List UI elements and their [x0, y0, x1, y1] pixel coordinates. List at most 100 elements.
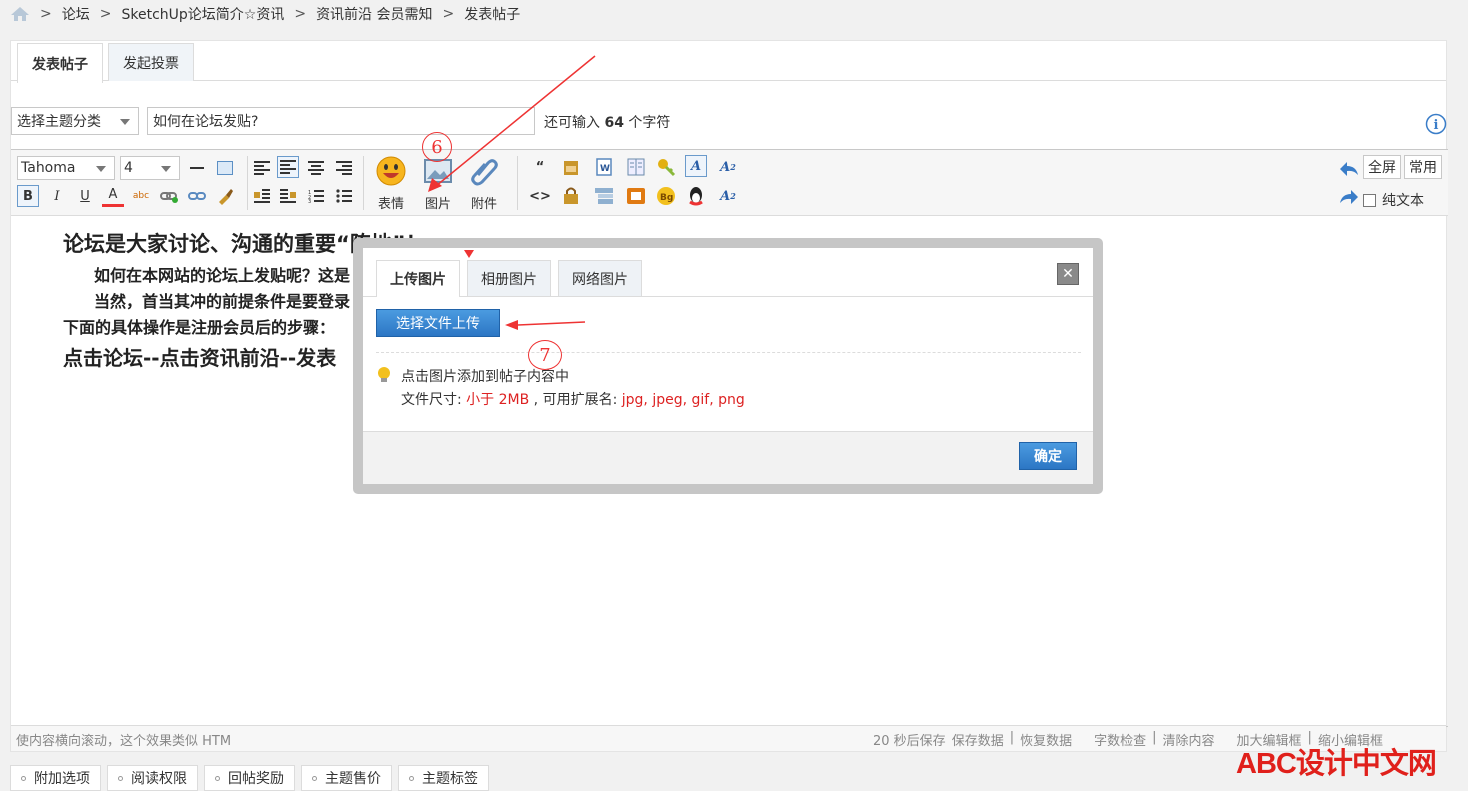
quote-icon[interactable]: “: [529, 156, 551, 178]
align-right-icon[interactable]: [333, 157, 355, 179]
image-button[interactable]: 图片: [418, 155, 458, 212]
smiley-icon: [376, 156, 406, 186]
image-label: 图片: [424, 197, 451, 212]
columns-icon[interactable]: [625, 156, 647, 178]
breadcrumb-item-board[interactable]: 资讯前沿 会员需知: [316, 4, 432, 24]
align-center-icon[interactable]: [305, 157, 327, 179]
category-select[interactable]: 选择主题分类: [11, 107, 139, 135]
bullet-icon: [21, 775, 26, 781]
float-right-icon[interactable]: [277, 185, 299, 207]
index-icon[interactable]: [593, 185, 615, 207]
svg-text:Bg: Bg: [660, 193, 673, 203]
fullscreen-button[interactable]: 全屏: [1363, 155, 1401, 179]
svg-text:W: W: [600, 164, 610, 174]
free-content-icon[interactable]: [560, 156, 582, 178]
horizontal-rule-icon[interactable]: [186, 157, 208, 179]
breadcrumb-separator: >: [442, 6, 455, 22]
breadcrumb-item-forum[interactable]: 论坛: [62, 4, 90, 24]
info-icon[interactable]: i: [1425, 113, 1447, 135]
home-icon[interactable]: [10, 6, 30, 22]
unordered-list-icon[interactable]: [333, 185, 355, 207]
ext-label: , 可用扩展名:: [533, 392, 618, 408]
clear-content-link[interactable]: 清除内容: [1163, 730, 1215, 749]
status-hint: 使内容横向滚动，这个效果类似 HTM: [16, 734, 232, 749]
tab-reply-reward[interactable]: 回帖奖励: [204, 765, 295, 791]
breadcrumb-separator: >: [40, 6, 52, 22]
subject-input-value: 如何在论坛发贴?: [153, 114, 259, 130]
char-counter-prefix: 还可输入: [544, 115, 600, 131]
background-icon[interactable]: Bg: [655, 185, 677, 207]
content-line: 当然，首当其冲的前提条件是要登录: [94, 292, 351, 311]
superscript-icon[interactable]: A2: [717, 156, 739, 178]
align-left-icon[interactable]: [251, 157, 273, 179]
font-family-select[interactable]: Tahoma: [17, 156, 115, 180]
breadcrumb-item-current: 发表帖子: [464, 7, 521, 23]
tab-thread-price[interactable]: 主题售价: [301, 765, 392, 791]
font-family-value: Tahoma: [21, 160, 76, 176]
tab-read-permission[interactable]: 阅读权限: [107, 765, 198, 791]
lightbulb-icon: [378, 367, 390, 382]
chevron-down-icon: [120, 119, 130, 125]
undo-icon[interactable]: [1339, 160, 1359, 178]
password-key-icon[interactable]: [655, 156, 677, 178]
chevron-down-icon: [161, 166, 171, 172]
hidden-content-icon[interactable]: [560, 185, 582, 207]
table-icon[interactable]: [214, 157, 236, 179]
toolbar-divider: [363, 156, 364, 210]
emoji-label: 表情: [377, 197, 404, 212]
choose-file-upload-button[interactable]: 选择文件上传: [376, 309, 500, 337]
unlink-icon[interactable]: [186, 185, 208, 207]
qq-icon[interactable]: [685, 185, 707, 207]
common-button[interactable]: 常用: [1404, 155, 1442, 179]
float-left-icon[interactable]: [251, 185, 273, 207]
close-icon[interactable]: ✕: [1057, 263, 1079, 285]
plaintext-label: 纯文本: [1382, 193, 1424, 209]
link-icon[interactable]: [158, 185, 180, 207]
font-style-icon[interactable]: A: [685, 155, 707, 177]
plaintext-toggle[interactable]: 纯文本: [1363, 190, 1424, 210]
code-icon[interactable]: <>: [529, 185, 551, 207]
tab-thread-tags[interactable]: 主题标签: [398, 765, 489, 791]
word-check-link[interactable]: 字数检查: [1094, 730, 1146, 749]
size-value: 小于 2MB: [466, 392, 530, 408]
word-paste-icon[interactable]: W: [593, 156, 615, 178]
redo-icon[interactable]: [1339, 188, 1359, 206]
highlight-icon[interactable]: abc: [130, 185, 152, 207]
emoji-button[interactable]: 表情: [371, 155, 411, 212]
tab-extra-options[interactable]: 附加选项: [10, 765, 101, 791]
confirm-button[interactable]: 确定: [1019, 442, 1077, 470]
size-label: 文件尺寸:: [401, 392, 462, 408]
ordered-list-icon[interactable]: 123: [305, 185, 327, 207]
attachment-button[interactable]: 附件: [464, 155, 504, 212]
toolbar-divider: [247, 156, 248, 210]
breadcrumb-item-section[interactable]: SketchUp论坛简介☆资讯: [121, 4, 284, 24]
tab-poll[interactable]: 发起投票: [108, 43, 194, 81]
save-data-link[interactable]: 保存数据: [952, 730, 1004, 749]
breadcrumb-separator: >: [294, 6, 307, 22]
autosave-timer: 20 秒后保存: [873, 734, 946, 749]
paperclip-icon: [471, 159, 498, 186]
char-counter: 还可输入 64 个字符: [544, 112, 670, 132]
font-size-select[interactable]: 4: [120, 156, 180, 180]
bullet-icon: [118, 775, 123, 781]
underline-icon[interactable]: U: [74, 185, 96, 207]
clear-format-icon[interactable]: [214, 185, 236, 207]
char-counter-count: 64: [604, 115, 624, 131]
restore-data-link[interactable]: 恢复数据: [1020, 730, 1072, 749]
watermark-text: ABC设计中文网: [1236, 748, 1437, 780]
divider: [376, 352, 1081, 353]
plaintext-checkbox[interactable]: [1363, 193, 1376, 207]
subscript-icon[interactable]: A2: [717, 185, 739, 207]
bold-icon[interactable]: B: [17, 185, 39, 207]
font-color-icon[interactable]: A: [102, 185, 124, 207]
flash-icon[interactable]: [625, 185, 647, 207]
attachment-label: 附件: [470, 197, 497, 212]
tab-post[interactable]: 发表帖子: [17, 43, 103, 83]
subject-input[interactable]: 如何在论坛发贴?: [147, 107, 535, 135]
divider: [363, 296, 1093, 297]
italic-icon[interactable]: I: [46, 185, 68, 207]
tab-upload-image[interactable]: 上传图片: [376, 260, 460, 297]
tab-web-image[interactable]: 网络图片: [558, 260, 642, 296]
tab-album-image[interactable]: 相册图片: [467, 260, 551, 296]
align-justify-icon[interactable]: [277, 156, 299, 178]
